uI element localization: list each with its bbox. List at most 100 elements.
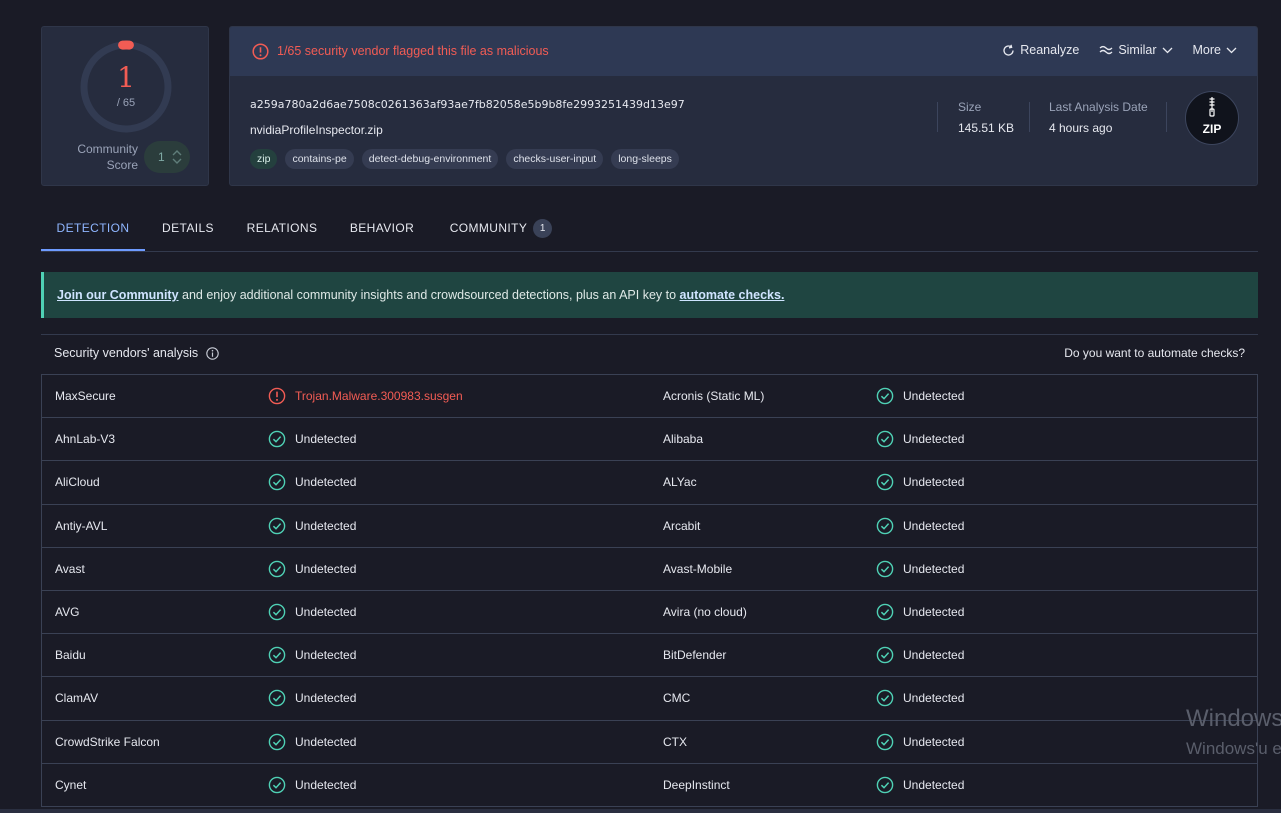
tab-relations[interactable]: RELATIONS <box>241 208 323 251</box>
vendor-name: Avast <box>55 548 85 590</box>
vendor-cell-text: Undetected <box>903 475 965 490</box>
malicious-alert-bar: 1/65 security vendor flagged this file a… <box>230 27 1257 76</box>
vendor-cell-text: Undetected <box>295 518 357 533</box>
tab-details[interactable]: DETAILS <box>153 208 223 251</box>
more-button[interactable]: More <box>1193 43 1237 57</box>
meta-divider <box>1029 102 1030 132</box>
check-circle-icon <box>876 733 894 750</box>
vendors-section-title: Security vendors' analysis <box>54 346 199 360</box>
vendor-row: MaxSecure Trojan.Malware.300983.susgen Acr… <box>42 375 1257 419</box>
vendor-name: AVG <box>55 591 79 633</box>
vendor-result: Undetected <box>876 375 964 417</box>
vendor-cell-text: Undetected <box>295 432 357 447</box>
file-tag[interactable]: long-sleeps <box>611 149 679 169</box>
vendor-result: Undetected <box>268 591 356 633</box>
reanalyze-button[interactable]: Reanalyze <box>1002 43 1079 57</box>
vendor-cell-text: Avast <box>55 561 85 576</box>
alert-circle-icon <box>252 43 269 60</box>
check-circle-icon <box>876 776 894 793</box>
info-icon[interactable] <box>206 346 219 360</box>
file-tag[interactable]: checks-user-input <box>506 149 604 169</box>
tab-behavior[interactable]: BEHAVIOR <box>343 208 421 251</box>
vendor-row: AhnLab-V3 Undetected Alibaba Undetected <box>42 418 1257 462</box>
vendor-result: Undetected <box>268 721 356 763</box>
check-circle-icon <box>268 690 286 707</box>
vendor-result: Undetected <box>268 418 356 460</box>
vendor-name: MaxSecure <box>55 375 116 417</box>
check-circle-icon <box>876 603 894 621</box>
vendor-name: Acronis (Static ML) <box>663 375 764 417</box>
tab-label: DETECTION <box>56 221 130 235</box>
vendor-cell-text: Undetected <box>903 432 965 447</box>
vendor-cell-text: ALYac <box>663 475 697 490</box>
bottom-edge <box>0 809 1281 813</box>
vendor-row: ClamAV Undetected CMC Undetected <box>42 677 1257 721</box>
vendor-row: Baidu Undetected BitDefender Undetected <box>42 634 1257 678</box>
vendor-result: Undetected <box>268 634 356 676</box>
vendor-cell-text: AliCloud <box>55 475 100 490</box>
vendor-result: Undetected <box>268 764 356 806</box>
file-tag[interactable]: contains-pe <box>285 149 354 169</box>
check-circle-icon <box>876 517 894 534</box>
tab-community[interactable]: COMMUNITY 1 <box>444 208 558 251</box>
size-label: Size <box>958 100 982 114</box>
vendor-name: AhnLab-V3 <box>55 418 115 460</box>
file-hash[interactable]: a259a780a2d6ae7508c0261363af93ae7fb82058… <box>250 98 685 111</box>
file-tag[interactable]: zip <box>250 149 278 169</box>
vendor-cell-text: Baidu <box>55 648 86 663</box>
check-circle-icon <box>268 776 286 793</box>
file-tags: zip contains-pe detect-debug-environment… <box>250 149 679 169</box>
tab-label: COMMUNITY <box>449 221 528 235</box>
community-count-badge: 1 <box>533 219 553 238</box>
automate-checks-prompt[interactable]: Do you want to automate checks? <box>1064 346 1245 360</box>
vendor-result: Undetected <box>876 634 964 676</box>
last-analysis-value: 4 hours ago <box>1049 121 1113 135</box>
vote-arrows-icon[interactable] <box>172 148 182 166</box>
community-banner: Join our Community and enjoy additional … <box>41 272 1258 318</box>
vendor-cell-text: CrowdStrike Falcon <box>55 734 160 749</box>
check-circle-icon <box>268 430 286 448</box>
vendor-name: CTX <box>663 721 687 763</box>
similar-button[interactable]: Similar <box>1099 43 1172 57</box>
vendor-row: Antiy-AVL Undetected Arcabit Undetected <box>42 505 1257 548</box>
report-tabs: DETECTION DETAILS RELATIONS BEHAVIOR COM… <box>41 208 1258 252</box>
vendor-cell-text: BitDefender <box>663 648 727 663</box>
vendor-row: CrowdStrike Falcon Undetected CTX Undetecte… <box>42 721 1257 764</box>
vendor-result: Undetected <box>268 461 356 503</box>
check-circle-icon <box>876 430 894 448</box>
check-circle-icon <box>268 517 286 534</box>
vendor-cell-text: Undetected <box>903 604 965 619</box>
vendor-name: Avast-Mobile <box>663 548 732 590</box>
size-value: 145.51 KB <box>958 121 1015 135</box>
vendor-cell-text: Cynet <box>55 777 87 792</box>
automate-checks-link[interactable]: automate checks. <box>680 288 785 302</box>
detection-count: 1 <box>117 61 135 94</box>
vendor-row: AliCloud Undetected ALYac Undetected <box>42 461 1257 505</box>
vendor-result: Undetected <box>876 677 964 719</box>
vendor-name: BitDefender <box>663 634 726 676</box>
vendor-cell-text: Arcabit <box>663 518 701 533</box>
vendor-cell-text: AVG <box>55 604 80 619</box>
similar-icon <box>1099 45 1113 55</box>
tab-detection[interactable]: DETECTION <box>41 208 145 251</box>
community-score-value: 1 <box>158 150 165 164</box>
vendor-cell-text: ClamAV <box>55 691 99 706</box>
vendor-cell-text: Undetected <box>903 691 965 706</box>
vendor-name: Baidu <box>55 634 86 676</box>
detection-score-card: 1 / 65 Community Score 1 <box>41 26 209 186</box>
check-circle-icon <box>876 474 894 491</box>
reanalyze-label: Reanalyze <box>1020 43 1080 57</box>
vendor-cell-text: Undetected <box>903 561 965 576</box>
join-community-link[interactable]: Join our Community <box>57 288 179 302</box>
file-summary-card: 1/65 security vendor flagged this file a… <box>229 26 1258 186</box>
vendor-result: Trojan.Malware.300983.susgen <box>268 375 463 417</box>
vendor-cell-text: DeepInstinct <box>663 777 730 792</box>
tab-label: RELATIONS <box>246 221 318 235</box>
vendor-cell-text: Trojan.Malware.300983.susgen <box>295 389 463 403</box>
vendor-cell-text: Undetected <box>903 648 965 663</box>
file-tag[interactable]: detect-debug-environment <box>361 149 499 169</box>
vendor-result: Undetected <box>876 461 964 503</box>
file-name: nvidiaProfileInspector.zip <box>250 123 383 137</box>
vendor-cell-text: Undetected <box>903 734 965 749</box>
community-score-pill[interactable]: 1 <box>144 141 190 173</box>
